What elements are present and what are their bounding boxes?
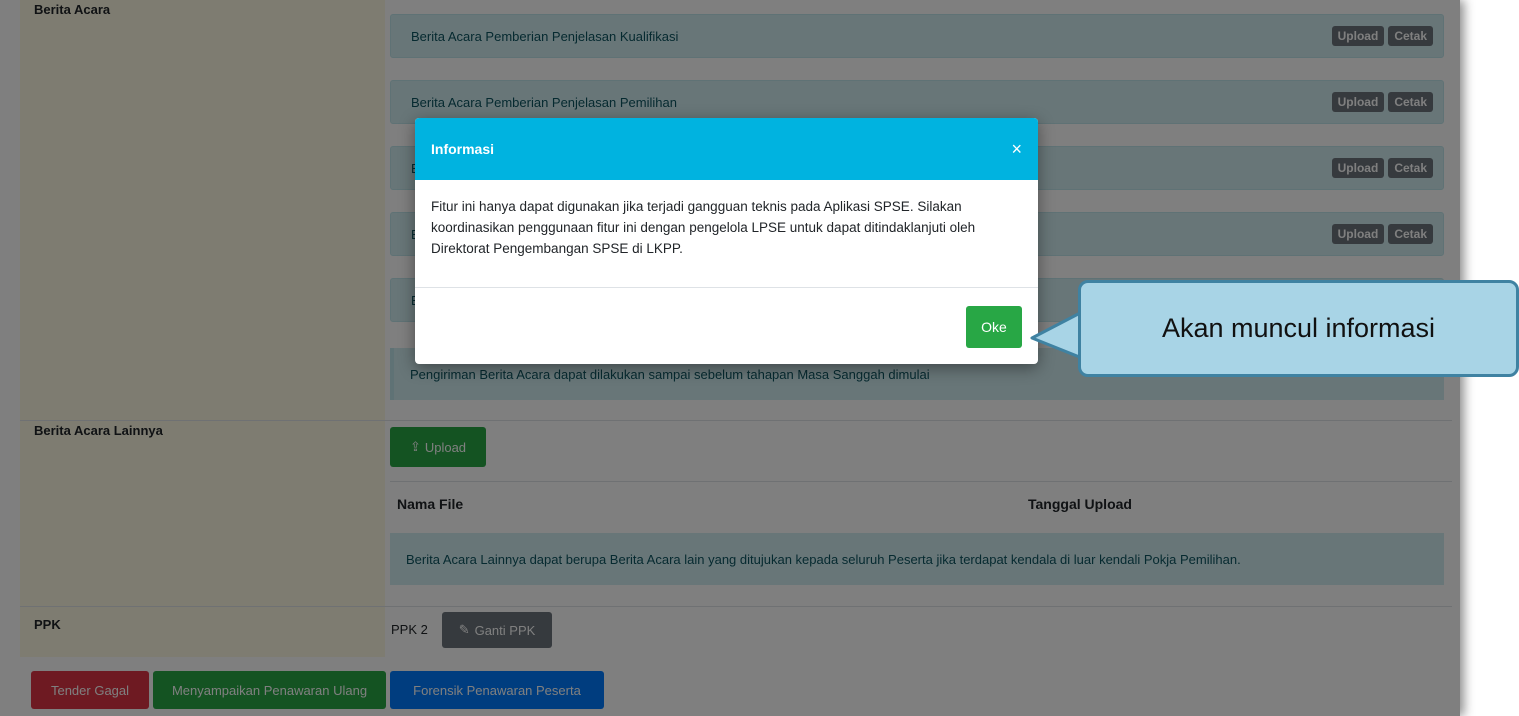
callout-annotation: Akan muncul informasi <box>1078 280 1519 377</box>
ok-button[interactable]: Oke <box>966 306 1022 348</box>
modal-title: Informasi <box>431 141 495 157</box>
callout-text: Akan muncul informasi <box>1161 313 1436 343</box>
modal-header: Informasi × <box>415 118 1038 180</box>
modal-footer: Oke <box>966 306 1022 348</box>
close-icon[interactable]: × <box>1011 139 1022 160</box>
modal-body: Fitur ini hanya dapat digunakan jika ter… <box>415 180 1038 288</box>
info-modal: Informasi × Fitur ini hanya dapat diguna… <box>415 118 1038 364</box>
